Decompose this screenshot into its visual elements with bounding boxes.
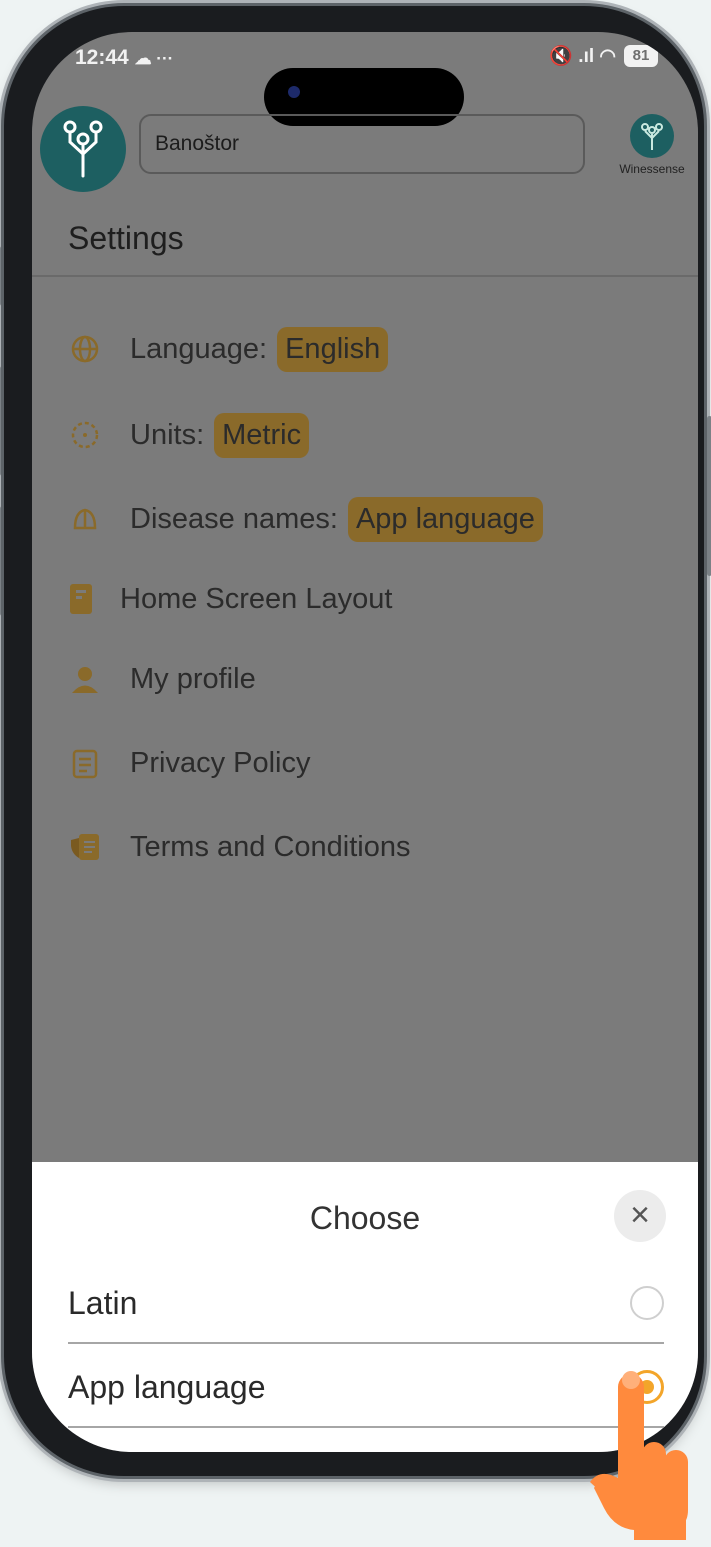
brand-logo-icon [630, 114, 674, 158]
camera-icon [288, 86, 300, 98]
close-icon[interactable]: × [614, 1190, 666, 1242]
signal-icons: 🔇 .ıl ◠ [549, 46, 616, 67]
pointing-hand-icon [590, 1371, 688, 1540]
language-value[interactable]: English [277, 326, 389, 372]
clock: 12:44 ☁ ··· [75, 46, 174, 69]
gauge-icon [68, 418, 102, 452]
settings-item-terms[interactable]: Terms and Conditions [68, 822, 410, 872]
mute-switch [0, 246, 1, 306]
profile-label: My profile [130, 662, 256, 695]
volume-up-button [0, 366, 1, 476]
power-button [707, 416, 711, 576]
globe-icon [68, 332, 102, 366]
settings-item-disease-names[interactable]: Disease names: App language [68, 494, 543, 544]
units-label: Units: [130, 418, 205, 451]
settings-item-units[interactable]: Units: Metric [68, 410, 310, 460]
radio-unselected-icon[interactable] [630, 1286, 664, 1320]
option-app-language[interactable]: App language [68, 1348, 664, 1428]
app-logo[interactable] [40, 106, 126, 192]
terms-label: Terms and Conditions [130, 830, 411, 863]
phone-layout-icon [64, 582, 98, 616]
settings-item-home-layout[interactable]: Home Screen Layout [64, 574, 392, 624]
clipboard-icon [68, 746, 102, 780]
brand-name: Winessense [619, 162, 685, 176]
disease-names-label: Disease names: [130, 502, 338, 535]
header-divider [32, 275, 698, 277]
settings-item-profile[interactable]: My profile [68, 654, 256, 704]
option-label: Latin [68, 1285, 138, 1321]
vine-logo-icon [63, 120, 103, 178]
sheet-title: Choose [309, 1200, 421, 1236]
page-title: Settings [68, 220, 184, 256]
language-label: Language: [130, 332, 268, 365]
battery-icon: 81 [624, 45, 658, 67]
phone-frame: 12:44 ☁ ··· 🔇 .ıl ◠ 81 Banoštor Winessen… [0, 6, 711, 1476]
option-latin[interactable]: Latin [68, 1264, 664, 1344]
user-icon [68, 662, 102, 696]
location-field[interactable]: Banoštor [139, 114, 585, 174]
status-icons: 🔇 .ıl ◠ 81 [549, 44, 658, 68]
units-value[interactable]: Metric [214, 412, 310, 458]
disease-names-value[interactable]: App language [347, 496, 543, 542]
document-shield-icon [68, 830, 102, 864]
phone-screen: 12:44 ☁ ··· 🔇 .ıl ◠ 81 Banoštor Winessen… [32, 32, 698, 1452]
settings-item-language[interactable]: Language: English [68, 324, 389, 374]
privacy-label: Privacy Policy [130, 746, 311, 779]
home-layout-label: Home Screen Layout [120, 582, 393, 615]
brand-button[interactable]: Winessense [612, 114, 692, 176]
leaf-icon [68, 502, 102, 536]
option-label: App language [68, 1369, 266, 1405]
settings-item-privacy[interactable]: Privacy Policy [68, 738, 311, 788]
volume-down-button [0, 506, 1, 616]
